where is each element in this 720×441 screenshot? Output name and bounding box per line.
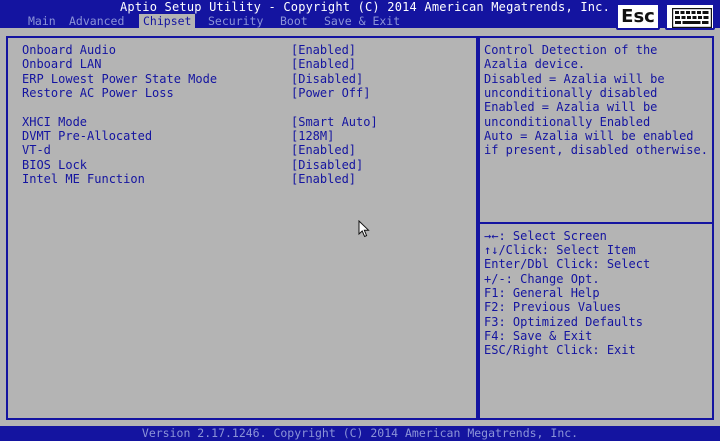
help-description-line: Enabled = Azalia will be: [484, 100, 658, 114]
help-description-line: Control Detection of the: [484, 43, 658, 57]
setting-vt-d[interactable]: VT-d [Enabled]: [8, 143, 478, 157]
help-description-line: unconditionally disabled: [484, 86, 658, 100]
help-description-line: if present, disabled otherwise.: [484, 143, 708, 157]
key-hint-line: →←: Select Screen: [484, 229, 607, 243]
key-hint-line: +/-: Change Opt.: [484, 272, 600, 286]
setting-onboard-lan[interactable]: Onboard LAN [Enabled]: [8, 57, 478, 71]
setting-erp-lowest-power[interactable]: ERP Lowest Power State Mode [Disabled]: [8, 72, 478, 86]
setting-label: DVMT Pre-Allocated: [22, 129, 153, 143]
key-hint-line: F4: Save & Exit: [484, 329, 593, 343]
help-description-line: unconditionally Enabled: [484, 115, 651, 129]
keyboard-icon: [672, 8, 712, 28]
help-divider: [478, 222, 714, 224]
setting-bios-lock[interactable]: BIOS Lock [Disabled]: [8, 158, 478, 172]
setting-value[interactable]: [Disabled]: [291, 72, 363, 86]
footer-bar: Version 2.17.1246. Copyright (C) 2014 Am…: [0, 426, 720, 441]
tab-advanced[interactable]: Advanced: [65, 14, 128, 28]
tab-boot[interactable]: Boot: [276, 14, 312, 28]
tab-main[interactable]: Main: [24, 14, 60, 28]
help-description-line: Azalia device.: [484, 57, 586, 71]
setting-value[interactable]: [Enabled]: [291, 172, 356, 186]
setting-label: ERP Lowest Power State Mode: [22, 72, 218, 86]
help-panel: Control Detection of the Azalia device. …: [478, 36, 714, 420]
key-hint-line: ↑↓/Click: Select Item: [484, 243, 636, 257]
tab-chipset[interactable]: Chipset: [139, 14, 196, 28]
version-text: Version 2.17.1246. Copyright (C) 2014 Am…: [141, 426, 579, 440]
setting-restore-ac-power-loss[interactable]: Restore AC Power Loss [Power Off]: [8, 86, 478, 100]
help-description-line: Disabled = Azalia will be: [484, 72, 665, 86]
app-title: Aptio Setup Utility - Copyright (C) 2014…: [120, 0, 611, 14]
setting-value[interactable]: [128M]: [291, 129, 334, 143]
setting-value[interactable]: [Smart Auto]: [291, 115, 378, 129]
setting-value[interactable]: [Disabled]: [291, 158, 363, 172]
setting-label: Intel ME Function: [22, 172, 145, 186]
tab-save-exit[interactable]: Save & Exit: [320, 14, 404, 28]
setting-value[interactable]: [Enabled]: [291, 43, 356, 57]
setting-label: BIOS Lock: [22, 158, 88, 172]
help-description-line: Auto = Azalia will be enabled: [484, 129, 694, 143]
key-hint-line: Enter/Dbl Click: Select: [484, 257, 651, 271]
esc-key-icon: Esc: [621, 6, 655, 27]
key-hint-line: ESC/Right Click: Exit: [484, 343, 636, 357]
header-bar: Aptio Setup Utility - Copyright (C) 2014…: [0, 0, 720, 28]
esc-button[interactable]: Esc: [616, 3, 660, 30]
setting-onboard-audio[interactable]: Onboard Audio [Enabled]: [8, 43, 478, 57]
keyboard-button[interactable]: [665, 3, 715, 30]
key-hint-line: F2: Previous Values: [484, 300, 622, 314]
mouse-pointer-icon: [358, 220, 370, 238]
key-hint-line: F3: Optimized Defaults: [484, 315, 643, 329]
setting-label: VT-d: [22, 143, 51, 157]
setting-xhci-mode[interactable]: XHCI Mode [Smart Auto]: [8, 115, 478, 129]
setting-dvmt-pre-allocated[interactable]: DVMT Pre-Allocated [128M]: [8, 129, 478, 143]
key-hint-line: F1: General Help: [484, 286, 600, 300]
settings-panel: Onboard Audio [Enabled] Onboard LAN [Ena…: [6, 36, 478, 420]
setting-value[interactable]: [Enabled]: [291, 143, 356, 157]
setting-label: Restore AC Power Loss: [22, 86, 174, 100]
setting-label: XHCI Mode: [22, 115, 88, 129]
setting-label: Onboard Audio: [22, 43, 116, 57]
setting-value[interactable]: [Power Off]: [291, 86, 370, 100]
tab-security[interactable]: Security: [204, 14, 267, 28]
setting-label: Onboard LAN: [22, 57, 102, 71]
setting-value[interactable]: [Enabled]: [291, 57, 356, 71]
setting-intel-me-function[interactable]: Intel ME Function [Enabled]: [8, 172, 478, 186]
